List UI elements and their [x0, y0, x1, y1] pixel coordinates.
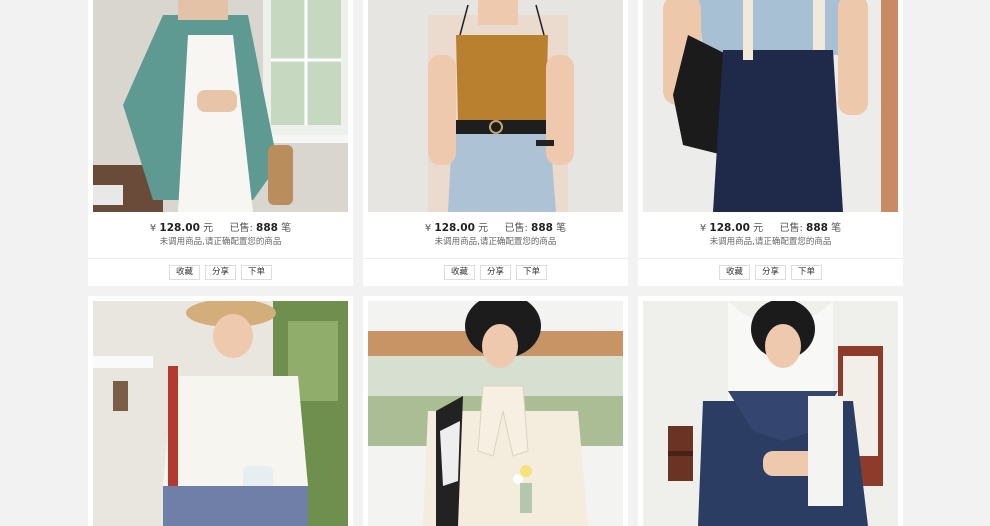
- sold-unit: 笔: [281, 223, 292, 234]
- sold-label: 已售:: [779, 223, 803, 234]
- sold-count: 888: [806, 222, 828, 234]
- sold-count: 888: [256, 222, 278, 234]
- price-line: ¥ 128.00 元 已售: 888 笔: [363, 219, 628, 234]
- product-photo-green-shirt[interactable]: [93, 0, 348, 212]
- product-card[interactable]: [363, 296, 628, 526]
- price-line: ¥ 128.00 元 已售: 888 笔: [88, 219, 353, 234]
- price-unit: 元: [753, 223, 764, 234]
- share-button[interactable]: 分享: [754, 265, 786, 280]
- product-note: 未调用商品,请正确配置您的商品: [434, 237, 557, 247]
- price-line: ¥ 128.00 元 已售: 888 笔: [638, 219, 903, 234]
- product-photo-overalls[interactable]: [643, 0, 898, 212]
- sold-label: 已售:: [504, 223, 528, 234]
- currency-symbol: ¥: [699, 223, 707, 234]
- order-button[interactable]: 下单: [516, 265, 548, 280]
- product-photo-scarf-tee[interactable]: [368, 301, 623, 526]
- price-unit: 元: [203, 223, 214, 234]
- sold-unit: 笔: [831, 223, 842, 234]
- product-card[interactable]: ¥ 128.00 元 已售: 888 笔 未调用商品,请正确配置您的商品 收藏 …: [638, 0, 903, 286]
- order-button[interactable]: 下单: [241, 265, 273, 280]
- divider: [638, 258, 903, 259]
- currency-symbol: ¥: [424, 223, 432, 234]
- price-unit: 元: [478, 223, 489, 234]
- product-card[interactable]: [638, 296, 903, 526]
- action-bar: 收藏 分享 下单: [88, 265, 353, 280]
- product-card[interactable]: ¥ 128.00 元 已售: 888 笔 未调用商品,请正确配置您的商品 收藏 …: [88, 0, 353, 286]
- action-bar: 收藏 分享 下单: [638, 265, 903, 280]
- share-button[interactable]: 分享: [204, 265, 236, 280]
- favorite-button[interactable]: 收藏: [718, 265, 750, 280]
- price-value: 128.00: [434, 222, 475, 234]
- product-card[interactable]: ¥ 128.00 元 已售: 888 笔 未调用商品,请正确配置您的商品 收藏 …: [363, 0, 628, 286]
- sold-count: 888: [531, 222, 553, 234]
- product-photo-plaid-dress[interactable]: [643, 301, 898, 526]
- action-bar: 收藏 分享 下单: [363, 265, 628, 280]
- share-button[interactable]: 分享: [479, 265, 511, 280]
- favorite-button[interactable]: 收藏: [443, 265, 475, 280]
- favorite-button[interactable]: 收藏: [168, 265, 200, 280]
- divider: [363, 258, 628, 259]
- product-card[interactable]: [88, 296, 353, 526]
- product-note: 未调用商品,请正确配置您的商品: [159, 237, 282, 247]
- product-photo-white-blouse[interactable]: [93, 301, 348, 526]
- product-note: 未调用商品,请正确配置您的商品: [709, 237, 832, 247]
- price-value: 128.00: [159, 222, 200, 234]
- currency-symbol: ¥: [149, 223, 157, 234]
- order-button[interactable]: 下单: [791, 265, 823, 280]
- divider: [88, 258, 353, 259]
- product-grid: ¥ 128.00 元 已售: 888 笔 未调用商品,请正确配置您的商品 收藏 …: [88, 0, 904, 526]
- sold-label: 已售:: [229, 223, 253, 234]
- product-photo-camisole[interactable]: [368, 0, 623, 212]
- price-value: 128.00: [709, 222, 750, 234]
- sold-unit: 笔: [556, 223, 567, 234]
